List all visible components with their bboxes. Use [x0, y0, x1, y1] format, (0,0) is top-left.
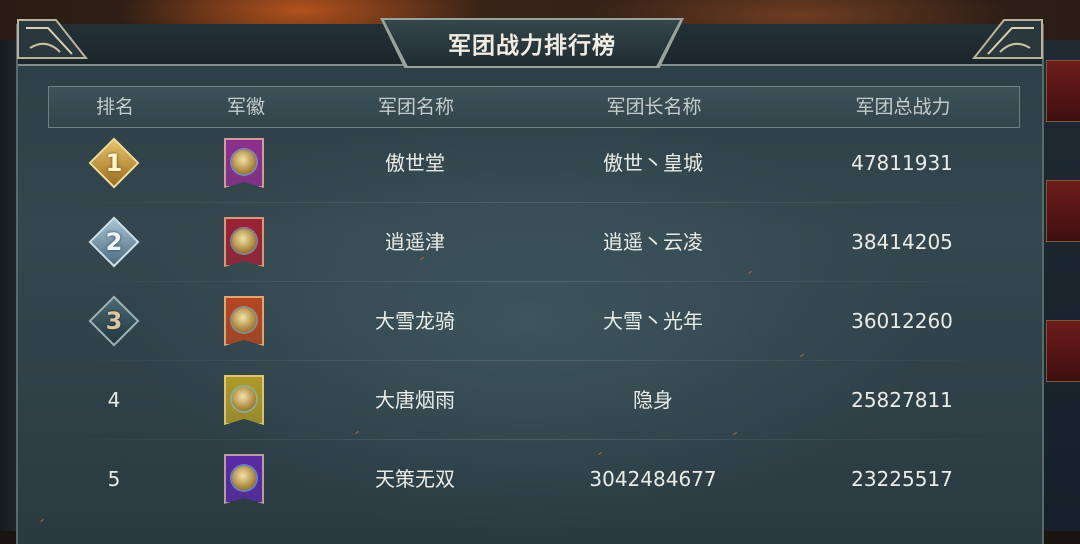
- rank-number: 1: [105, 149, 123, 177]
- left-edge-background: [0, 40, 16, 531]
- legion-name: 逍遥津: [385, 230, 445, 254]
- rank-number: 5: [107, 467, 121, 491]
- total-power: 25827811: [851, 388, 953, 412]
- total-power: 23225517: [851, 467, 953, 491]
- column-header-emblem: 军徽: [226, 96, 265, 118]
- table-row[interactable]: 1 傲世堂 傲世丶皇城 47811931: [48, 124, 1018, 202]
- legion-emblem-icon: [224, 138, 264, 188]
- corner-ornament-left: [17, 19, 89, 59]
- table-header: 排名 军徽 军团名称 军团长名称 军团总战力: [48, 86, 1020, 128]
- legion-emblem-icon: [224, 375, 264, 425]
- legion-name: 天策无双: [375, 467, 455, 491]
- column-header-leader-name: 军团长名称: [606, 96, 702, 118]
- rank-number: 2: [105, 228, 123, 256]
- leader-name: 逍遥丶云凌: [603, 230, 703, 254]
- legion-emblem-icon: [224, 217, 264, 267]
- corner-ornament-right: [971, 19, 1043, 59]
- table-row[interactable]: 4 大唐烟雨 隐身 25827811: [48, 361, 1018, 439]
- legion-name: 大雪龙骑: [375, 309, 455, 333]
- rank-number: 4: [107, 388, 121, 412]
- column-header-total-power: 军团总战力: [855, 96, 951, 118]
- column-header-legion-name: 军团名称: [377, 96, 454, 118]
- legion-emblem-icon: [224, 296, 264, 346]
- legion-emblem-icon: [224, 454, 264, 504]
- rank-cell: 1: [81, 124, 147, 202]
- rank-cell: 5: [81, 440, 147, 518]
- total-power: 36012260: [851, 309, 953, 333]
- total-power: 47811931: [851, 151, 953, 175]
- tiger-head-icon: [232, 229, 256, 253]
- tiger-head-icon: [232, 387, 256, 411]
- table-row[interactable]: 2 逍遥津 逍遥丶云凌 38414205: [48, 203, 1018, 281]
- tiger-head-icon: [232, 150, 256, 174]
- page-title: 军团战力排行榜: [448, 33, 616, 59]
- leader-name: 隐身: [633, 388, 673, 412]
- leader-name: 傲世丶皇城: [603, 151, 703, 175]
- tiger-head-icon: [232, 466, 256, 490]
- leaderboard-panel: 军团战力排行榜 排名 军徽 军团名称 军团长名称 军团总战力 1 傲世堂 傲世丶皇城…: [16, 18, 1044, 544]
- background-card: [1046, 320, 1080, 382]
- rank-cell: 4: [81, 361, 147, 439]
- table-row[interactable]: 5 天策无双 3042484677 23225517: [48, 440, 1018, 518]
- background-card: [1046, 180, 1080, 242]
- total-power: 38414205: [851, 230, 953, 254]
- tiger-head-icon: [232, 308, 256, 332]
- leader-name: 大雪丶光年: [603, 309, 703, 333]
- rank-number: 3: [105, 307, 123, 335]
- rank-cell: 3: [81, 282, 147, 360]
- background-card: [1046, 60, 1080, 122]
- table-row[interactable]: 3 大雪龙骑 大雪丶光年 36012260: [48, 282, 1018, 360]
- legion-name: 傲世堂: [385, 151, 445, 175]
- legion-name: 大唐烟雨: [375, 388, 455, 412]
- column-header-rank: 排名: [95, 96, 134, 118]
- leader-name: 3042484677: [589, 467, 717, 491]
- rank-cell: 2: [81, 203, 147, 281]
